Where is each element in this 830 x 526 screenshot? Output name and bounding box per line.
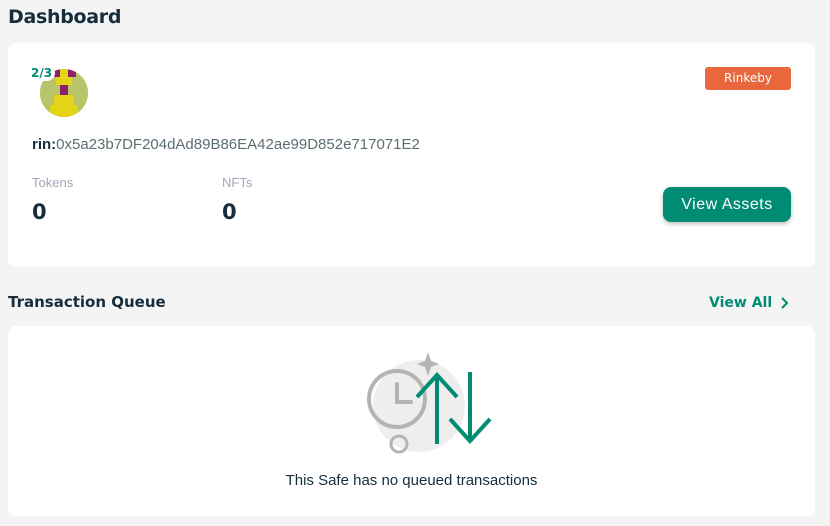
- threshold-badge: 2/3: [28, 65, 56, 81]
- address-prefix: rin:: [32, 136, 57, 153]
- empty-queue-message: This Safe has no queued transactions: [285, 472, 538, 489]
- transaction-queue-title: Transaction Queue: [8, 293, 166, 311]
- nfts-label: NFTs: [222, 175, 253, 190]
- page-title: Dashboard: [8, 6, 122, 28]
- nfts-value: 0: [222, 200, 237, 224]
- view-assets-button[interactable]: View Assets: [663, 187, 791, 222]
- safe-address[interactable]: rin:0x5a23b7DF204dAd89B86EA42ae99D852e71…: [32, 136, 420, 153]
- address-value: 0x5a23b7DF204dAd89B86EA42ae99D852e717071…: [56, 136, 420, 153]
- view-all-link[interactable]: View All: [709, 295, 790, 311]
- safe-info-card: 2/3 Rinkeby rin:0x5a23b7DF204dAd89B86EA4…: [8, 43, 815, 267]
- tokens-value: 0: [32, 200, 47, 224]
- transfer-arrows-icon: [415, 372, 492, 444]
- chevron-right-icon: [780, 297, 790, 309]
- empty-queue-illustration: [357, 348, 497, 458]
- transaction-queue-card: This Safe has no queued transactions: [8, 326, 815, 516]
- tokens-label: Tokens: [32, 175, 74, 190]
- network-badge: Rinkeby: [705, 67, 791, 90]
- safe-avatar: 2/3: [28, 65, 88, 117]
- view-all-label: View All: [709, 295, 773, 311]
